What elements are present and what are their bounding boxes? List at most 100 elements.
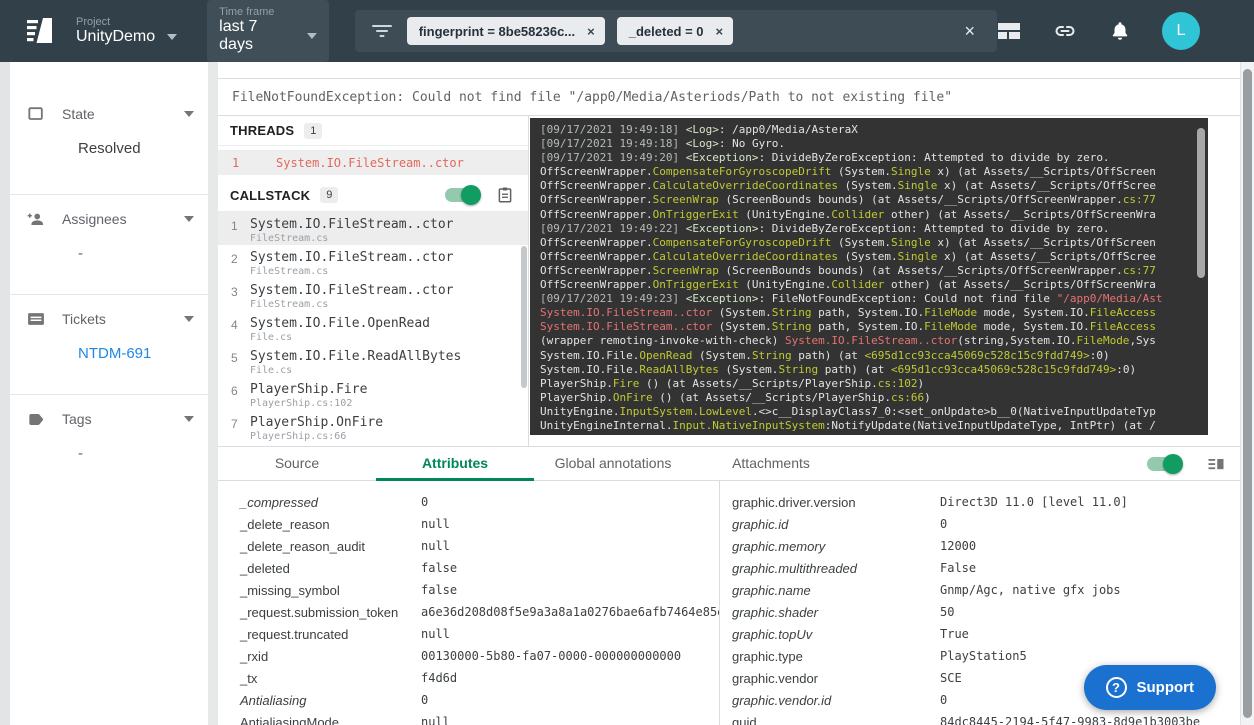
filter-chip[interactable]: _deleted = 0× — [617, 17, 733, 45]
log-console[interactable]: [09/17/2021 19:49:18] <Log>: /app0/Media… — [530, 118, 1208, 435]
attribute-row[interactable]: graphic.driver.versionDirect3D 11.0 [lev… — [732, 491, 1240, 513]
ticket-link[interactable]: NTDM-691 — [78, 345, 194, 362]
attribute-row[interactable]: graphic.nameGnmp/Agc, native gfx jobs — [732, 579, 1240, 601]
remove-filter-icon[interactable]: × — [716, 24, 724, 39]
attribute-row[interactable]: guid84dc8445-2194-5f47-9983-8d9e1b3003be — [732, 711, 1240, 725]
tab-attributes[interactable]: Attributes — [376, 447, 534, 481]
thread-row[interactable]: 1 System.IO.FileStream..ctor — [218, 150, 528, 175]
attribute-key: _request.submission_token — [240, 605, 421, 620]
tags-value[interactable]: - — [78, 445, 194, 462]
thread-name: System.IO.FileStream..ctor — [276, 156, 464, 170]
chevron-down-icon[interactable] — [184, 111, 194, 117]
source-code-toggle[interactable] — [445, 188, 478, 202]
chevron-down-icon[interactable] — [184, 316, 194, 322]
assignees-value[interactable]: - — [78, 245, 194, 262]
scrolled-content-strip — [218, 62, 1240, 79]
frame-file: FileStream.cs — [250, 233, 454, 244]
attribute-key: AntialiasingMode — [240, 715, 421, 725]
attribute-key: graphic.multithreaded — [732, 561, 940, 576]
threads-title: THREADS — [230, 123, 294, 138]
chevron-down-icon[interactable] — [184, 216, 194, 222]
attribute-row[interactable]: _delete_reasonnull — [240, 513, 719, 535]
console-line: OffScreenWrapper.CalculateOverrideCoordi… — [540, 250, 1196, 264]
sidebar-tags-header[interactable]: Tags — [26, 409, 194, 429]
filter-chip-label: fingerprint = 8be58236c... — [419, 24, 575, 39]
attribute-row[interactable]: _rxid00130000-5b80-fa07-0000-00000000000… — [240, 645, 719, 667]
page-scrollbar[interactable] — [1240, 62, 1254, 725]
attribute-key: _delete_reason — [240, 517, 421, 532]
callstack-frame[interactable]: 1System.IO.FileStream..ctorFileStream.cs — [218, 212, 528, 245]
attribute-row[interactable]: _missing_symbolfalse — [240, 579, 719, 601]
sidebar-state-header[interactable]: State — [26, 104, 194, 124]
callstack-frame[interactable]: 7PlayerShip.OnFirePlayerShip.cs:66 — [218, 410, 528, 443]
support-button[interactable]: ? Support — [1084, 665, 1217, 710]
attribute-row[interactable]: _request.truncatednull — [240, 623, 719, 645]
list-view-icon[interactable] — [1206, 454, 1226, 474]
frame-number: 3 — [231, 283, 250, 311]
chevron-down-icon[interactable] — [184, 416, 194, 422]
clear-filters-button[interactable]: × — [958, 21, 981, 42]
state-value[interactable]: Resolved — [78, 140, 194, 157]
error-message-bar: FileNotFoundException: Could not find fi… — [218, 79, 1240, 116]
console-scrollbar-thumb[interactable] — [1197, 128, 1205, 278]
remove-filter-icon[interactable]: × — [587, 24, 595, 39]
attribute-row[interactable]: _deletedfalse — [240, 557, 719, 579]
attribute-row[interactable]: Antialiasing0 — [240, 689, 719, 711]
copy-callstack-icon[interactable] — [496, 185, 514, 205]
filter-chip[interactable]: fingerprint = 8be58236c... × — [407, 17, 605, 45]
attribute-row[interactable]: graphic.multithreadedFalse — [732, 557, 1240, 579]
user-avatar[interactable]: L — [1162, 12, 1200, 50]
attribute-value: f4d6d — [421, 671, 457, 685]
attribute-row[interactable]: _delete_reason_auditnull — [240, 535, 719, 557]
attribute-value: 84dc8445-2194-5f47-9983-8d9e1b3003be — [940, 715, 1200, 725]
filter-bar[interactable]: fingerprint = 8be58236c...×_deleted = 0×… — [355, 10, 997, 52]
console-line: OffScreenWrapper.ScreenWrap (ScreenBound… — [540, 193, 1196, 207]
attribute-key: graphic.vendor.id — [732, 693, 940, 708]
tab-source[interactable]: Source — [218, 447, 376, 481]
attribute-row[interactable]: graphic.memory12000 — [732, 535, 1240, 557]
sidebar-section-state: State Resolved — [10, 62, 208, 195]
callstack-frame[interactable]: 4System.IO.File.OpenReadFile.cs — [218, 311, 528, 344]
callstack-frame[interactable]: 5System.IO.File.ReadAllBytesFile.cs — [218, 344, 528, 377]
link-icon[interactable] — [1052, 19, 1078, 43]
console-line: [09/17/2021 19:49:18] <Log>: No Gyro. — [540, 137, 1196, 151]
attribute-row[interactable]: _compressed0 — [240, 491, 719, 513]
callstack-frame[interactable]: 2System.IO.FileStream..ctorFileStream.cs — [218, 245, 528, 278]
tab-attachments[interactable]: Attachments — [692, 447, 850, 481]
attribute-value: Direct3D 11.0 [level 11.0] — [940, 495, 1128, 509]
backtrace-logo-icon[interactable] — [26, 16, 54, 46]
frame-file: FileStream.cs — [250, 299, 454, 310]
attribute-key: graphic.shader — [732, 605, 940, 620]
timeframe-selector[interactable]: Time frame last 7 days — [207, 0, 329, 62]
filter-icon — [371, 23, 393, 39]
frame-number: 4 — [231, 316, 250, 344]
attribute-row[interactable]: graphic.typePlayStation5 — [732, 645, 1240, 667]
top-navbar: Project UnityDemo Time frame last 7 days… — [0, 0, 1254, 62]
sidebar-tickets-header[interactable]: Tickets — [26, 309, 194, 329]
notifications-bell-icon[interactable] — [1109, 19, 1131, 43]
attribute-row[interactable]: graphic.shader50 — [732, 601, 1240, 623]
frame-function: System.IO.FileStream..ctor — [250, 250, 454, 265]
attribute-row[interactable]: graphic.topUvTrue — [732, 623, 1240, 645]
attribute-row[interactable]: _txf4d6d — [240, 667, 719, 689]
callstack-frame[interactable]: 3System.IO.FileStream..ctorFileStream.cs — [218, 278, 528, 311]
callstack-header: CALLSTACK 9 — [218, 179, 528, 212]
page-scrollbar-thumb[interactable] — [1243, 69, 1252, 718]
attribute-row[interactable]: _request.submission_tokena6e36d208d08f5e… — [240, 601, 719, 623]
callstack-frame[interactable]: 6PlayerShip.FirePlayerShip.cs:102 — [218, 377, 528, 410]
sidebar-section-tags: Tags - — [10, 395, 208, 495]
support-label: Support — [1137, 679, 1195, 696]
frame-file: PlayerShip.cs:66 — [250, 431, 383, 442]
attribute-row[interactable]: AntialiasingModenull — [240, 711, 719, 725]
console-line: OffScreenWrapper.CompensateForGyroscopeD… — [540, 236, 1196, 250]
attribute-row[interactable]: graphic.id0 — [732, 513, 1240, 535]
project-selector[interactable]: Project UnityDemo — [76, 16, 177, 46]
attributes-toggle[interactable] — [1147, 457, 1180, 471]
console-line: PlayerShip.OnFire () (at Assets/__Script… — [540, 391, 1196, 405]
frame-function: System.IO.FileStream..ctor — [250, 217, 454, 232]
callstack-scrollbar-thumb[interactable] — [521, 246, 527, 388]
sidebar-assignees-header[interactable]: Assignees — [26, 209, 194, 229]
frame-function: System.IO.FileStream..ctor — [250, 283, 454, 298]
tab-global-annotations[interactable]: Global annotations — [534, 447, 692, 481]
dashboard-layout-icon[interactable] — [997, 20, 1021, 42]
